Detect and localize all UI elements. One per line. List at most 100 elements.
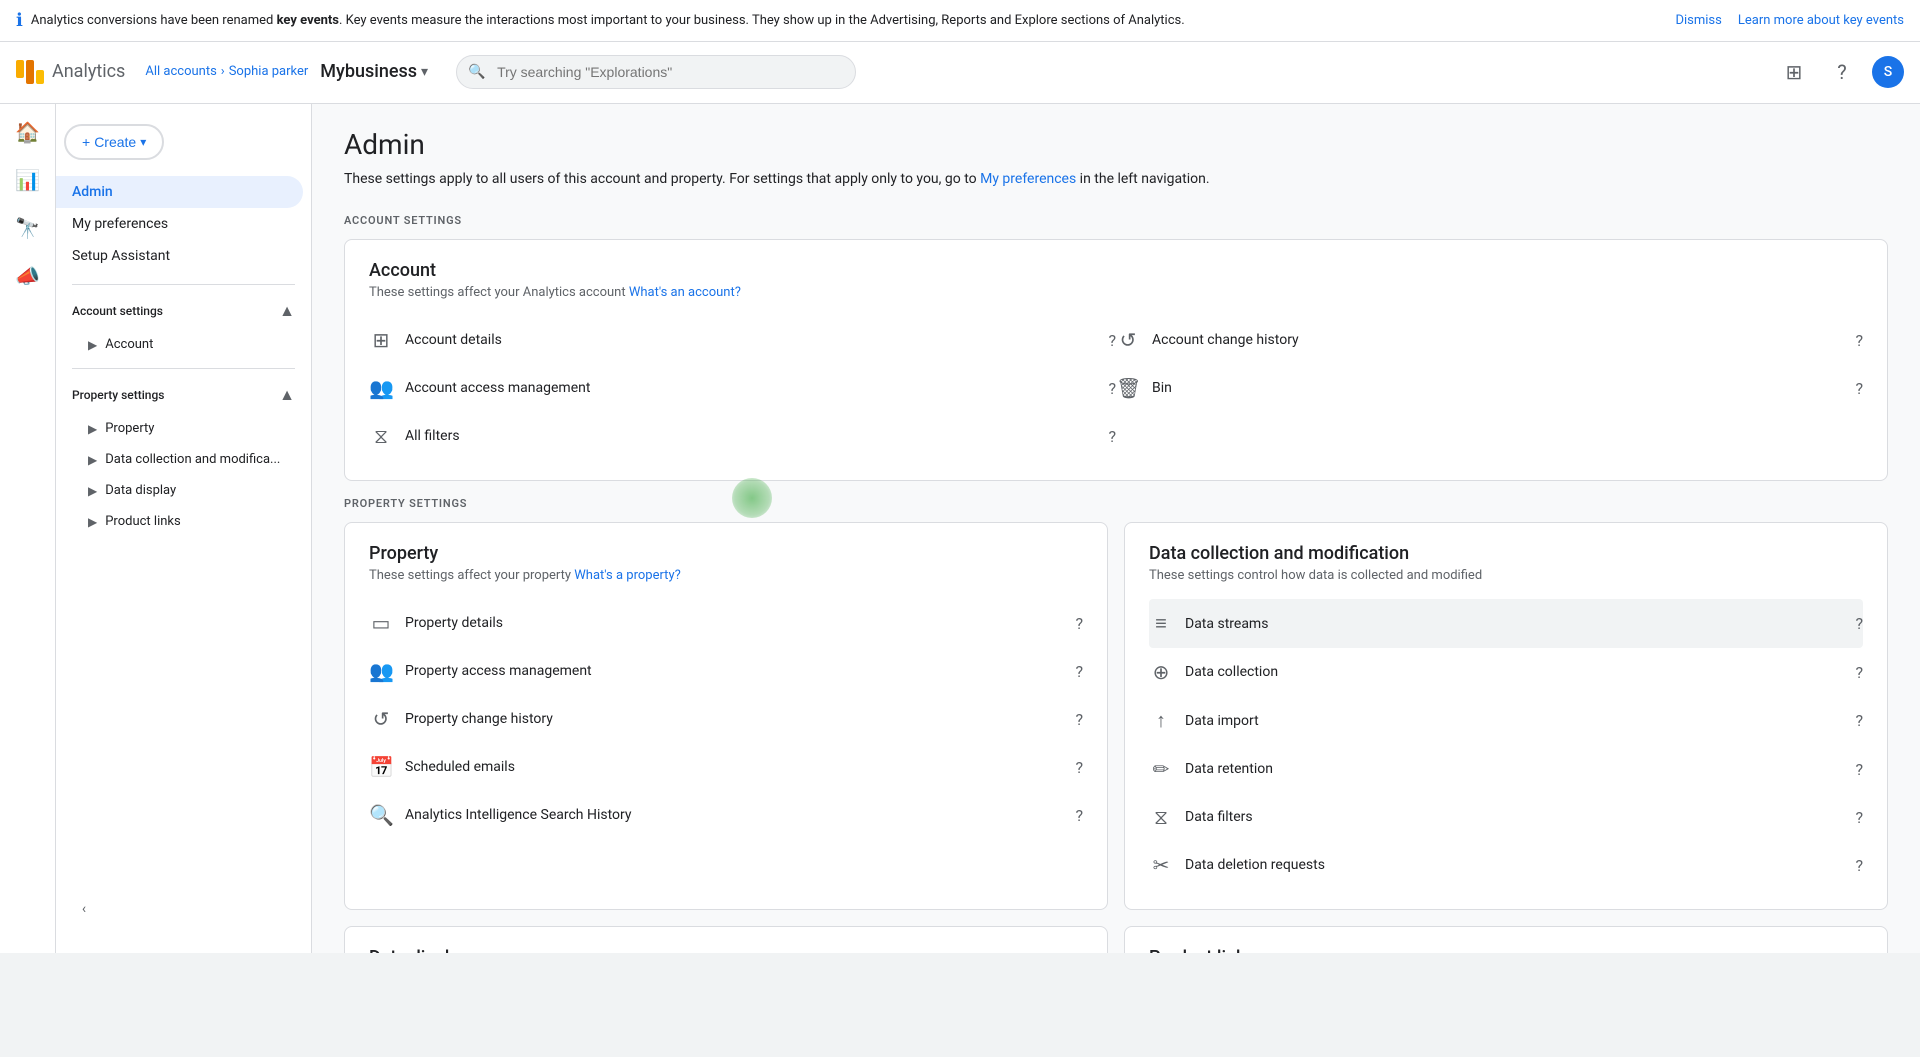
whats-account-link[interactable]: What's an account? xyxy=(629,285,741,300)
help-icon[interactable]: ? xyxy=(1824,54,1860,90)
property-card-desc: These settings affect your property What… xyxy=(369,568,1083,583)
data-collection-sub-label: Data collection and modifica... xyxy=(105,452,280,467)
account-breadcrumb[interactable]: All accounts › Sophia parker xyxy=(145,64,308,79)
data-deletion-label[interactable]: Data deletion requests xyxy=(1185,857,1843,873)
account-settings-right: ↺ Account change history ? 🗑 Bin ? xyxy=(1116,316,1863,460)
sidebar-sub-property[interactable]: ▶ Property xyxy=(56,413,303,444)
data-streams-item: ≡ Data streams ? xyxy=(1149,599,1863,648)
sidebar-item-my-preferences[interactable]: My preferences xyxy=(56,208,303,240)
scheduled-emails-help-icon[interactable]: ? xyxy=(1075,758,1083,777)
property-access-label[interactable]: Property access management xyxy=(405,663,1063,679)
account-details-label[interactable]: Account details xyxy=(405,332,1096,348)
property-change-history-icon: ↺ xyxy=(369,707,393,731)
whats-property-link[interactable]: What's a property? xyxy=(574,568,680,583)
data-streams-icon: ≡ xyxy=(1149,611,1173,636)
data-streams-label[interactable]: Data streams xyxy=(1185,616,1843,632)
account-settings-header[interactable]: Account settings ▲ xyxy=(56,293,311,329)
nav-reports-icon[interactable]: 📊 xyxy=(8,160,48,200)
data-collection-item: ⊕ Data collection ? xyxy=(1149,648,1863,696)
property-change-history-item: ↺ Property change history ? xyxy=(369,695,1083,743)
account-change-history-label[interactable]: Account change history xyxy=(1152,332,1843,348)
main-content: Admin These settings apply to all users … xyxy=(312,104,1920,953)
sidebar-sub-account[interactable]: ▶ Account xyxy=(56,329,303,360)
all-filters-label[interactable]: All filters xyxy=(405,428,1096,444)
property-change-history-label[interactable]: Property change history xyxy=(405,711,1063,727)
property-settings-section-header: PROPERTY SETTINGS xyxy=(344,497,1888,510)
data-collection-help-icon[interactable]: ? xyxy=(1855,663,1863,682)
bin-item: 🗑 Bin ? xyxy=(1116,364,1863,412)
ai-search-history-help-icon[interactable]: ? xyxy=(1075,806,1083,825)
account-settings-left: ⊞ Account details ? 👥 Account access man… xyxy=(369,316,1116,460)
property-change-history-help-icon[interactable]: ? xyxy=(1075,710,1083,729)
logo-area: Analytics xyxy=(16,60,125,84)
grid-apps-icon[interactable]: ⊞ xyxy=(1776,54,1812,90)
sidebar-sub-data-collection[interactable]: ▶ Data collection and modifica... xyxy=(56,444,303,475)
sidebar-divider-1 xyxy=(72,284,295,285)
dismiss-link[interactable]: Dismiss xyxy=(1675,13,1721,28)
account-details-help-icon[interactable]: ? xyxy=(1108,331,1116,350)
banner-actions: Dismiss Learn more about key events xyxy=(1675,13,1904,28)
data-filters-help-icon[interactable]: ? xyxy=(1855,808,1863,827)
property-settings-header[interactable]: Property settings ▲ xyxy=(56,377,311,413)
nav-advertising-icon[interactable]: 📣 xyxy=(8,256,48,296)
app-header: Analytics All accounts › Sophia parker M… xyxy=(0,40,1920,104)
sidebar-item-setup-assistant[interactable]: Setup Assistant xyxy=(56,240,303,272)
account-access-label[interactable]: Account access management xyxy=(405,380,1096,396)
all-filters-help-icon[interactable]: ? xyxy=(1108,427,1116,446)
data-filters-label[interactable]: Data filters xyxy=(1185,809,1843,825)
property-details-label[interactable]: Property details xyxy=(405,615,1063,631)
nav-explore-icon[interactable]: 🔭 xyxy=(8,208,48,248)
business-selector-arrow: ▾ xyxy=(421,64,428,80)
data-collection-label[interactable]: Data collection xyxy=(1185,664,1843,680)
bin-label[interactable]: Bin xyxy=(1152,380,1843,396)
user-avatar[interactable]: S xyxy=(1872,56,1904,88)
property-details-help-icon[interactable]: ? xyxy=(1075,614,1083,633)
sidebar: + Create ▾ Admin My preferences Setup As… xyxy=(56,104,312,953)
data-display-sub-label: Data display xyxy=(105,483,176,498)
all-accounts-label[interactable]: All accounts xyxy=(145,64,216,79)
account-settings-grid: ⊞ Account details ? 👥 Account access man… xyxy=(369,316,1863,460)
ai-search-history-label[interactable]: Analytics Intelligence Search History xyxy=(405,807,1063,823)
logo-bar-yellow xyxy=(36,70,44,84)
app-name: Analytics xyxy=(52,61,125,82)
account-settings-label: Account settings xyxy=(72,304,163,318)
learn-more-link[interactable]: Learn more about key events xyxy=(1738,13,1904,28)
account-access-help-icon[interactable]: ? xyxy=(1108,379,1116,398)
create-arrow-icon: ▾ xyxy=(140,135,146,149)
sidebar-item-admin[interactable]: Admin xyxy=(56,176,303,208)
account-change-history-item: ↺ Account change history ? xyxy=(1116,316,1863,364)
data-retention-label[interactable]: Data retention xyxy=(1185,761,1843,777)
page-subtitle: These settings apply to all users of thi… xyxy=(344,169,1888,190)
account-access-icon: 👥 xyxy=(369,376,393,400)
property-card: Property These settings affect your prop… xyxy=(344,522,1108,910)
account-change-history-help-icon[interactable]: ? xyxy=(1855,331,1863,350)
data-display-card-title: Data display xyxy=(369,947,1083,953)
data-deletion-help-icon[interactable]: ? xyxy=(1855,856,1863,875)
create-plus-icon: + xyxy=(82,134,90,150)
info-icon: ℹ xyxy=(16,10,23,31)
account-name-label[interactable]: Sophia parker xyxy=(229,64,309,79)
create-button[interactable]: + Create ▾ xyxy=(64,124,164,160)
scheduled-emails-label[interactable]: Scheduled emails xyxy=(405,759,1063,775)
data-import-item: ↑ Data import ? xyxy=(1149,696,1863,745)
sidebar-collapse-button[interactable]: ‹ xyxy=(64,889,104,929)
my-preferences-link[interactable]: My preferences xyxy=(980,171,1076,187)
account-card: Account These settings affect your Analy… xyxy=(344,239,1888,481)
search-wrapper: 🔍 xyxy=(456,55,856,89)
property-access-help-icon[interactable]: ? xyxy=(1075,662,1083,681)
nav-home-icon[interactable]: 🏠 xyxy=(8,112,48,152)
sidebar-sub-data-display[interactable]: ▶ Data display xyxy=(56,475,303,506)
bin-help-icon[interactable]: ? xyxy=(1855,379,1863,398)
data-streams-help-icon[interactable]: ? xyxy=(1855,614,1863,633)
property-settings-group: Property settings ▲ ▶ Property ▶ Data co… xyxy=(56,377,311,537)
sidebar-sub-product-links[interactable]: ▶ Product links xyxy=(56,506,303,537)
business-selector[interactable]: Mybusiness ▾ xyxy=(320,61,428,82)
search-input[interactable] xyxy=(456,55,856,89)
data-import-help-icon[interactable]: ? xyxy=(1855,711,1863,730)
property-settings-collapse[interactable]: ▲ xyxy=(279,385,295,405)
header-right: ⊞ ? S xyxy=(1776,54,1904,90)
data-retention-help-icon[interactable]: ? xyxy=(1855,760,1863,779)
account-settings-collapse[interactable]: ▲ xyxy=(279,301,295,321)
data-import-label[interactable]: Data import xyxy=(1185,713,1843,729)
ai-search-history-icon: 🔍 xyxy=(369,803,393,827)
